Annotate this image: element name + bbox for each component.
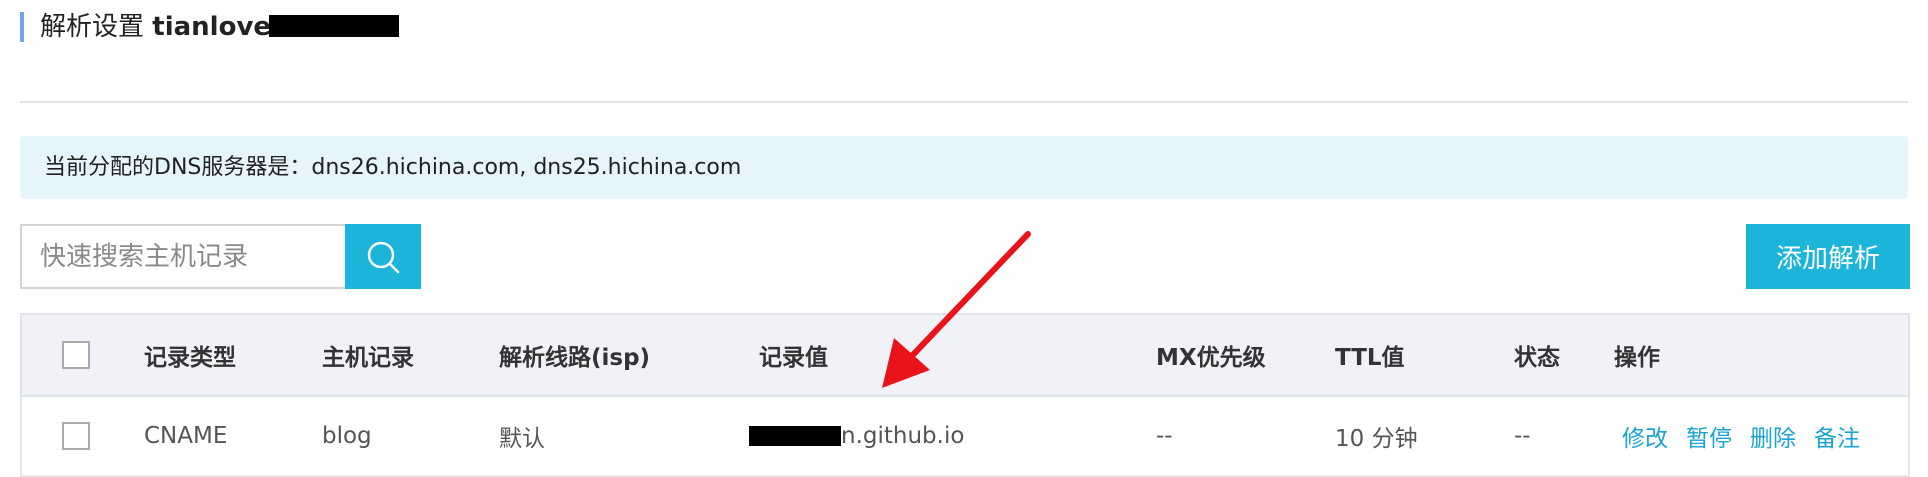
page-title: 解析设置 tianlove (20, 12, 400, 42)
record-status: -- (1514, 423, 1531, 449)
column-header-line: 解析线路(isp) (499, 345, 651, 371)
dns-server-notice: 当前分配的DNS服务器是：dns26.hichina.com, dns25.hi… (20, 136, 1908, 199)
search-bar (20, 224, 421, 289)
note-link[interactable]: 备注 (1814, 419, 1860, 453)
search-input[interactable] (20, 224, 345, 289)
redaction-block (269, 14, 400, 37)
record-host: blog (322, 423, 372, 449)
search-button[interactable] (345, 224, 421, 289)
record-actions: 修改 暂停 删除 备注 (1622, 397, 1878, 475)
column-header-type: 记录类型 (144, 345, 236, 371)
page-title-domain: tianlove (152, 12, 272, 42)
redaction-block (749, 426, 841, 446)
delete-link[interactable]: 删除 (1750, 419, 1796, 453)
divider (20, 101, 1908, 103)
select-all-checkbox[interactable] (62, 341, 90, 369)
record-type: CNAME (144, 423, 228, 449)
record-ttl: 10 分钟 (1335, 426, 1418, 452)
column-header-actions: 操作 (1614, 345, 1660, 371)
column-header-host: 主机记录 (322, 345, 414, 371)
dns-record-table: 记录类型 主机记录 解析线路(isp) 记录值 MX优先级 TTL值 状态 操作… (20, 313, 1910, 477)
edit-link[interactable]: 修改 (1622, 419, 1668, 453)
record-line: 默认 (499, 426, 545, 452)
page-title-prefix: 解析设置 (40, 12, 145, 42)
record-value-text: n.github.io (841, 423, 965, 449)
column-header-mx: MX优先级 (1156, 345, 1266, 371)
record-value: n.github.io (749, 397, 964, 475)
pause-link[interactable]: 暂停 (1686, 419, 1732, 453)
table-row: CNAME blog 默认 n.github.io -- 10 分钟 -- 修改… (20, 397, 1910, 477)
column-header-status: 状态 (1514, 345, 1560, 371)
row-checkbox[interactable] (62, 422, 90, 450)
table-header: 记录类型 主机记录 解析线路(isp) 记录值 MX优先级 TTL值 状态 操作 (20, 313, 1910, 397)
column-header-ttl: TTL值 (1335, 345, 1405, 371)
record-mx: -- (1156, 423, 1173, 449)
column-header-value: 记录值 (759, 345, 828, 371)
search-icon (367, 241, 400, 273)
add-record-button[interactable]: 添加解析 (1746, 224, 1910, 289)
